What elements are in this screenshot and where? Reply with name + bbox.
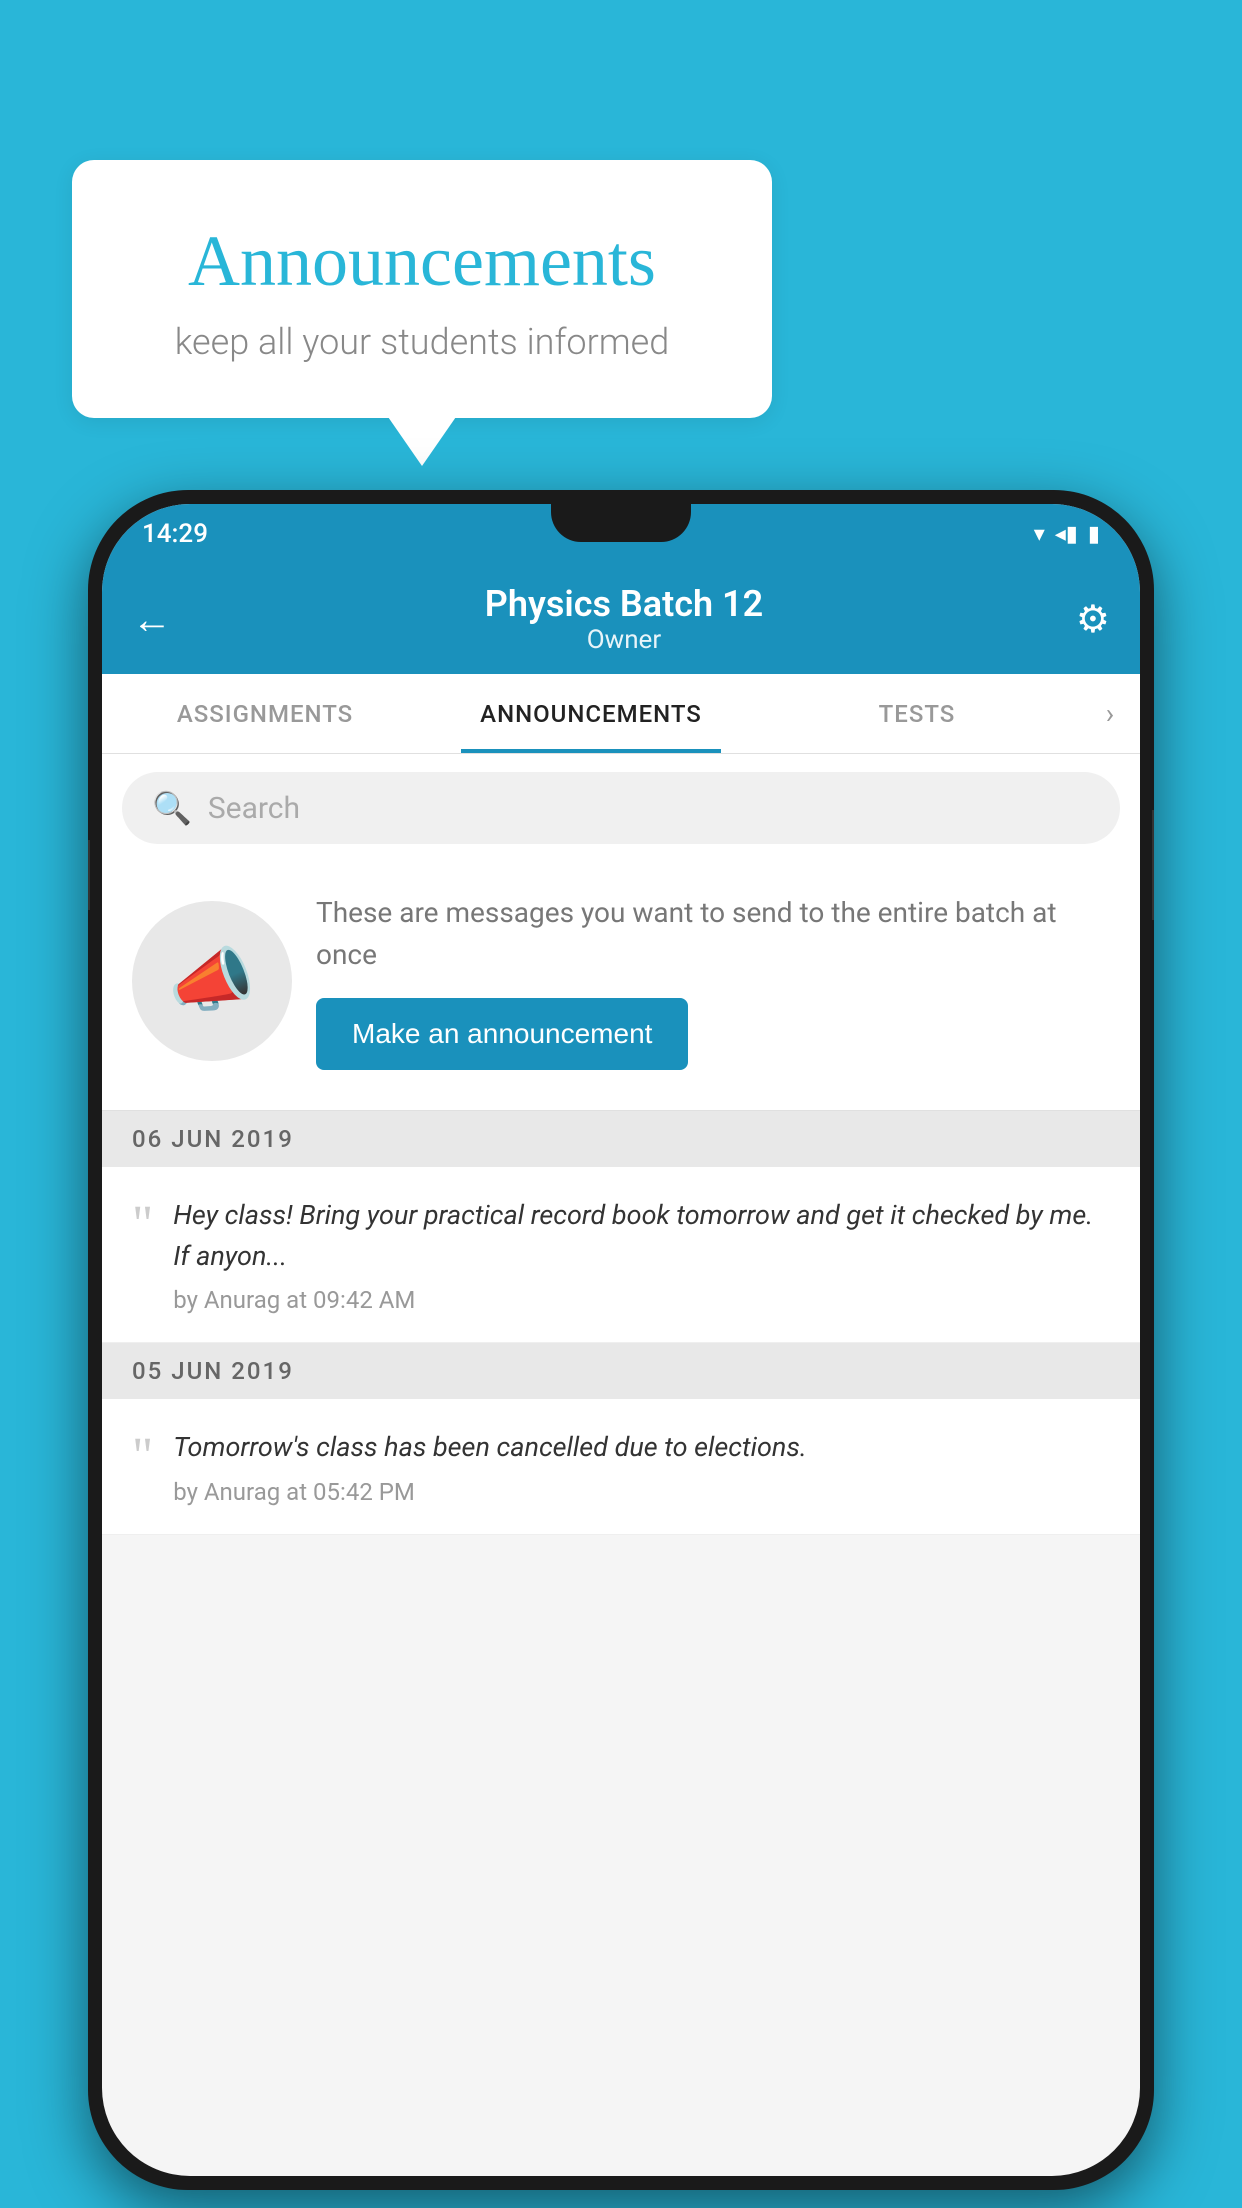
bubble-title: Announcements bbox=[132, 220, 712, 303]
quote-icon-1: " bbox=[132, 1199, 153, 1251]
tab-more[interactable]: › bbox=[1080, 697, 1140, 730]
search-placeholder: Search bbox=[208, 791, 300, 826]
phone-outer: 14:29 ▾ ◂▮ ▮ ← Physics Batch 12 Owner ⚙ bbox=[88, 490, 1154, 2190]
settings-icon[interactable]: ⚙ bbox=[1076, 597, 1110, 642]
date-separator-1: 06 JUN 2019 bbox=[102, 1111, 1140, 1167]
make-announcement-button[interactable]: Make an announcement bbox=[316, 998, 688, 1070]
phone-screen: 14:29 ▾ ◂▮ ▮ ← Physics Batch 12 Owner ⚙ bbox=[102, 504, 1140, 2176]
search-icon: 🔍 bbox=[152, 789, 192, 827]
header-center: Physics Batch 12 Owner bbox=[485, 583, 763, 655]
tab-assignments[interactable]: ASSIGNMENTS bbox=[102, 674, 428, 753]
search-container: 🔍 Search bbox=[102, 754, 1140, 862]
battery-icon: ▮ bbox=[1088, 522, 1100, 547]
speech-bubble: Announcements keep all your students inf… bbox=[72, 160, 772, 418]
date-separator-2: 05 JUN 2019 bbox=[102, 1343, 1140, 1399]
speech-bubble-container: Announcements keep all your students inf… bbox=[72, 160, 772, 418]
announcement-text-1: Hey class! Bring your practical record b… bbox=[173, 1195, 1110, 1276]
back-button[interactable]: ← bbox=[132, 596, 172, 643]
quote-icon-2: " bbox=[132, 1431, 153, 1483]
date-label-1: 06 JUN 2019 bbox=[132, 1125, 294, 1153]
announcement-meta-1: by Anurag at 09:42 AM bbox=[173, 1286, 1110, 1314]
date-label-2: 05 JUN 2019 bbox=[132, 1357, 294, 1385]
signal-icon: ◂▮ bbox=[1055, 522, 1078, 547]
phone-power-button bbox=[1152, 810, 1154, 920]
promo-content: These are messages you want to send to t… bbox=[316, 892, 1110, 1070]
bubble-subtitle: keep all your students informed bbox=[132, 321, 712, 363]
tab-tests[interactable]: TESTS bbox=[754, 674, 1080, 753]
megaphone-icon: 📣 bbox=[168, 940, 255, 1022]
status-icons: ▾ ◂▮ ▮ bbox=[1034, 522, 1100, 547]
batch-title: Physics Batch 12 bbox=[485, 583, 763, 625]
status-time: 14:29 bbox=[142, 519, 208, 549]
search-box[interactable]: 🔍 Search bbox=[122, 772, 1120, 844]
phone-mockup: 14:29 ▾ ◂▮ ▮ ← Physics Batch 12 Owner ⚙ bbox=[88, 490, 1154, 2190]
announcement-content-2: Tomorrow's class has been cancelled due … bbox=[173, 1427, 1110, 1506]
announcement-content-1: Hey class! Bring your practical record b… bbox=[173, 1195, 1110, 1314]
announcement-meta-2: by Anurag at 05:42 PM bbox=[173, 1478, 1110, 1506]
announcement-text-2: Tomorrow's class has been cancelled due … bbox=[173, 1427, 1110, 1468]
announcement-item-2[interactable]: " Tomorrow's class has been cancelled du… bbox=[102, 1399, 1140, 1535]
wifi-icon: ▾ bbox=[1034, 522, 1045, 547]
promo-description: These are messages you want to send to t… bbox=[316, 892, 1110, 976]
tab-announcements[interactable]: ANNOUNCEMENTS bbox=[428, 674, 754, 753]
phone-notch bbox=[551, 504, 691, 542]
promo-card: 📣 These are messages you want to send to… bbox=[102, 862, 1140, 1111]
owner-label: Owner bbox=[485, 625, 763, 655]
tabs-bar: ASSIGNMENTS ANNOUNCEMENTS TESTS › bbox=[102, 674, 1140, 754]
phone-volume-button bbox=[88, 840, 90, 910]
app-header: ← Physics Batch 12 Owner ⚙ bbox=[102, 564, 1140, 674]
announcement-item-1[interactable]: " Hey class! Bring your practical record… bbox=[102, 1167, 1140, 1343]
announcement-icon-circle: 📣 bbox=[132, 901, 292, 1061]
